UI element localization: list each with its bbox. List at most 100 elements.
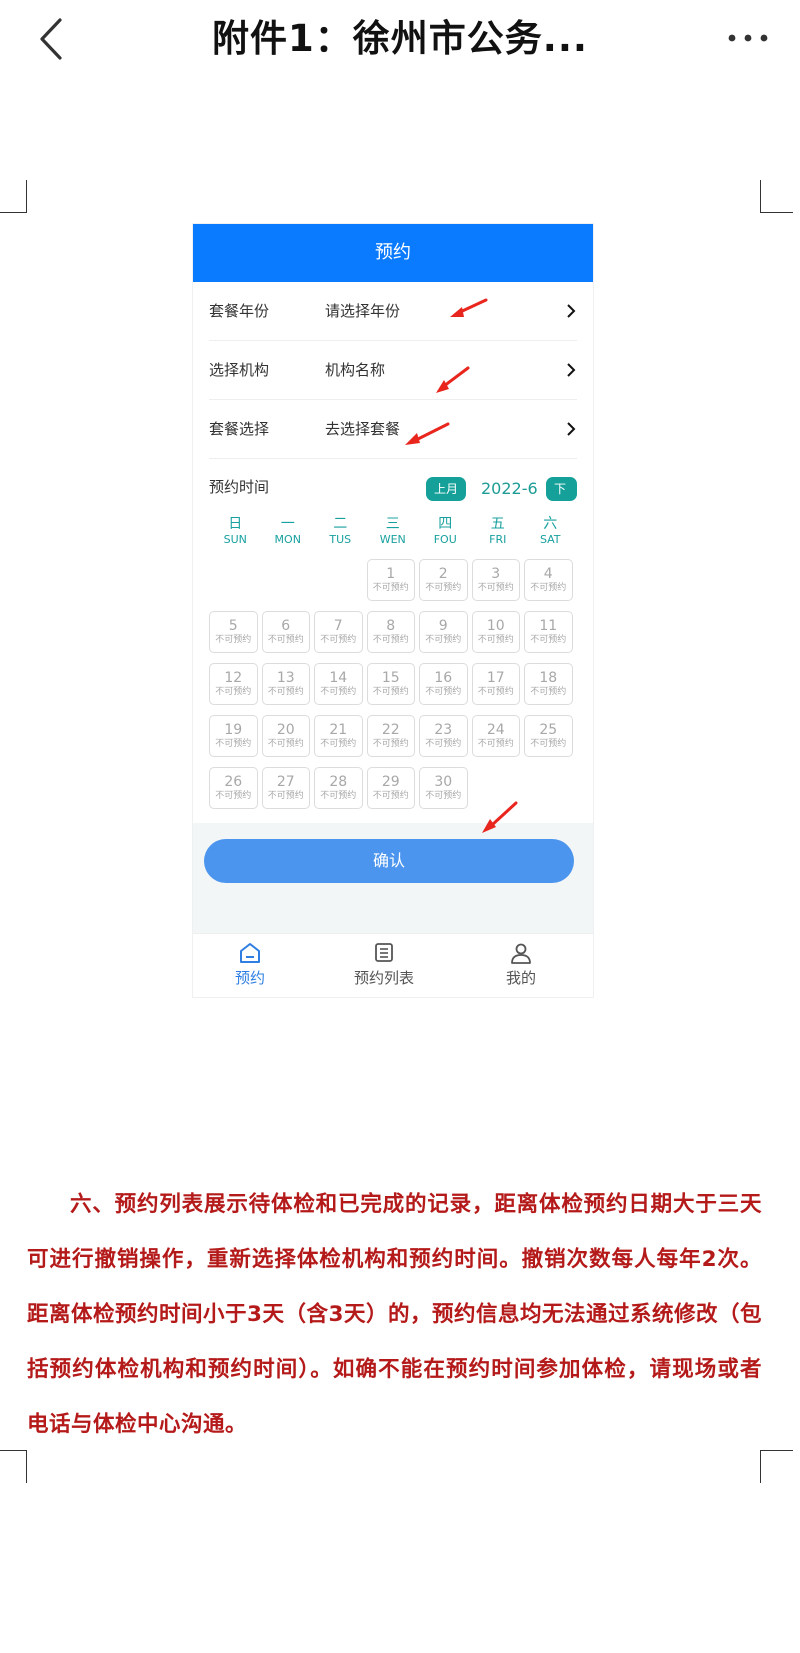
weekday-en: WEN	[379, 533, 406, 546]
calendar-day-status: 不可预约	[530, 739, 567, 749]
weekday-cn: 六	[543, 516, 558, 532]
calendar-day[interactable]: 15 不可预约	[366, 663, 415, 705]
calendar-day[interactable]: 6 不可预约	[261, 611, 310, 653]
calendar-day-status: 不可预约	[372, 687, 409, 697]
prev-month-button[interactable]: 上月	[426, 477, 467, 501]
weekday-en: TUS	[329, 533, 352, 546]
weekday-sun: 日 SUN	[209, 515, 262, 555]
calendar-day-status: 不可预约	[215, 791, 252, 801]
calendar-day[interactable]: 3 不可预约	[471, 559, 520, 601]
calendar-day[interactable]: 7 不可预约	[314, 611, 363, 653]
calendar-day[interactable]: 12 不可预约	[209, 663, 258, 705]
tab-appointment-list[interactable]: 预约列表	[324, 942, 444, 990]
calendar-day[interactable]: 1 不可预约	[366, 559, 415, 601]
user-icon	[511, 943, 531, 964]
tab-appointment[interactable]: 预约	[193, 942, 310, 990]
weekday-sat: 六 SAT	[524, 515, 577, 555]
calendar-day-status: 不可预约	[425, 583, 462, 593]
confirm-area: 确认	[193, 823, 593, 933]
calendar-day-number: 10	[486, 618, 505, 634]
chevron-right-icon	[567, 304, 576, 318]
calendar-day[interactable]: 13 不可预约	[261, 663, 310, 705]
calendar-day-status: 不可预约	[530, 687, 567, 697]
calendar-day-status: 不可预约	[477, 687, 514, 697]
home-icon	[240, 943, 260, 963]
calendar-day[interactable]: 19 不可预约	[209, 715, 258, 757]
calendar-day-status: 不可预约	[320, 739, 357, 749]
calendar-blank	[209, 559, 258, 601]
calendar-day[interactable]: 27 不可预约	[261, 767, 310, 809]
tab-mine[interactable]: 我的	[461, 942, 581, 990]
calendar-day[interactable]: 28 不可预约	[314, 767, 363, 809]
weekday-tus: 二 TUS	[314, 515, 367, 555]
calendar-day-number: 21	[329, 722, 348, 738]
calendar-day[interactable]: 11 不可预约	[524, 611, 573, 653]
calendar-day[interactable]: 22 不可预约	[366, 715, 415, 757]
calendar-day-status: 不可预约	[320, 687, 357, 697]
calendar-day[interactable]: 26 不可预约	[209, 767, 258, 809]
package-year-row[interactable]: 套餐年份 请选择年份	[209, 282, 577, 341]
weekday-cn: 日	[228, 516, 243, 532]
calendar-day-status: 不可预约	[372, 791, 409, 801]
calendar-day-number: 13	[276, 670, 295, 686]
calendar-day-number: 12	[224, 670, 243, 686]
crop-mark-bottom-left	[0, 1450, 27, 1483]
app-screenshot: 预约 套餐年份 请选择年份 选择机构 机构名称 套餐选择 去选择套餐 预约时间 …	[192, 223, 594, 998]
appointment-time-label: 预约时间	[209, 478, 270, 496]
calendar-day-number: 4	[543, 566, 553, 582]
package-select-label: 套餐选择	[209, 420, 270, 438]
calendar-day-number: 24	[486, 722, 505, 738]
package-year-label: 套餐年份	[209, 302, 270, 320]
weekday-cn: 五	[490, 516, 505, 532]
crop-mark-top-left	[0, 180, 27, 213]
calendar-day[interactable]: 5 不可预约	[209, 611, 258, 653]
calendar-day-status: 不可预约	[425, 739, 462, 749]
calendar-day-number: 27	[276, 774, 295, 790]
calendar-day[interactable]: 8 不可预约	[366, 611, 415, 653]
calendar-day[interactable]: 30 不可预约	[419, 767, 468, 809]
calendar-day[interactable]: 2 不可预约	[419, 559, 468, 601]
tab-bar: 预约 预约列表 我的	[193, 933, 593, 997]
calendar-day[interactable]: 25 不可预约	[524, 715, 573, 757]
calendar-day[interactable]: 4 不可预约	[524, 559, 573, 601]
weekday-en: FRI	[489, 533, 507, 546]
weekday-fou: 四 FOU	[419, 515, 472, 555]
calendar-day[interactable]: 20 不可预约	[261, 715, 310, 757]
calendar-day[interactable]: 18 不可预约	[524, 663, 573, 705]
back-button[interactable]	[30, 14, 76, 64]
red-arrow-icon	[436, 366, 470, 393]
calendar-day[interactable]: 24 不可预约	[471, 715, 520, 757]
calendar-day[interactable]: 9 不可预约	[419, 611, 468, 653]
calendar-day-number: 9	[438, 618, 448, 634]
package-year-value: 请选择年份	[325, 302, 401, 320]
calendar-day[interactable]: 10 不可预约	[471, 611, 520, 653]
calendar-day-number: 20	[276, 722, 295, 738]
calendar-day[interactable]: 29 不可预约	[366, 767, 415, 809]
calendar-day-status: 不可预约	[320, 791, 357, 801]
calendar-day-number: 5	[228, 618, 238, 634]
calendar-day[interactable]: 16 不可预约	[419, 663, 468, 705]
calendar-day-number: 14	[329, 670, 348, 686]
calendar-day[interactable]: 23 不可预约	[419, 715, 468, 757]
package-select-row[interactable]: 套餐选择 去选择套餐	[209, 400, 577, 459]
calendar-day[interactable]: 17 不可预约	[471, 663, 520, 705]
calendar-day-status: 不可预约	[215, 739, 252, 749]
weekday-mon: 一 MON	[262, 515, 315, 555]
calendar-day-status: 不可预约	[372, 583, 409, 593]
confirm-button[interactable]: 确认	[204, 839, 574, 883]
calendar-day-number: 8	[386, 618, 396, 634]
calendar-day-status: 不可预约	[425, 635, 462, 645]
calendar-day-status: 不可预约	[372, 739, 409, 749]
calendar-day-number: 23	[434, 722, 453, 738]
calendar-day-number: 28	[329, 774, 348, 790]
institution-row[interactable]: 选择机构 机构名称	[209, 341, 577, 400]
calendar-day[interactable]: 21 不可预约	[314, 715, 363, 757]
weekday-en: SAT	[539, 533, 561, 546]
next-month-button[interactable]: 下月	[546, 477, 577, 520]
calendar-day[interactable]: 14 不可预约	[314, 663, 363, 705]
chevron-right-icon	[567, 422, 576, 436]
calendar-day-number: 29	[381, 774, 400, 790]
more-button[interactable]	[720, 18, 780, 58]
calendar-day-number: 25	[539, 722, 558, 738]
document-title: 附件1：徐州市公务...	[212, 17, 588, 60]
